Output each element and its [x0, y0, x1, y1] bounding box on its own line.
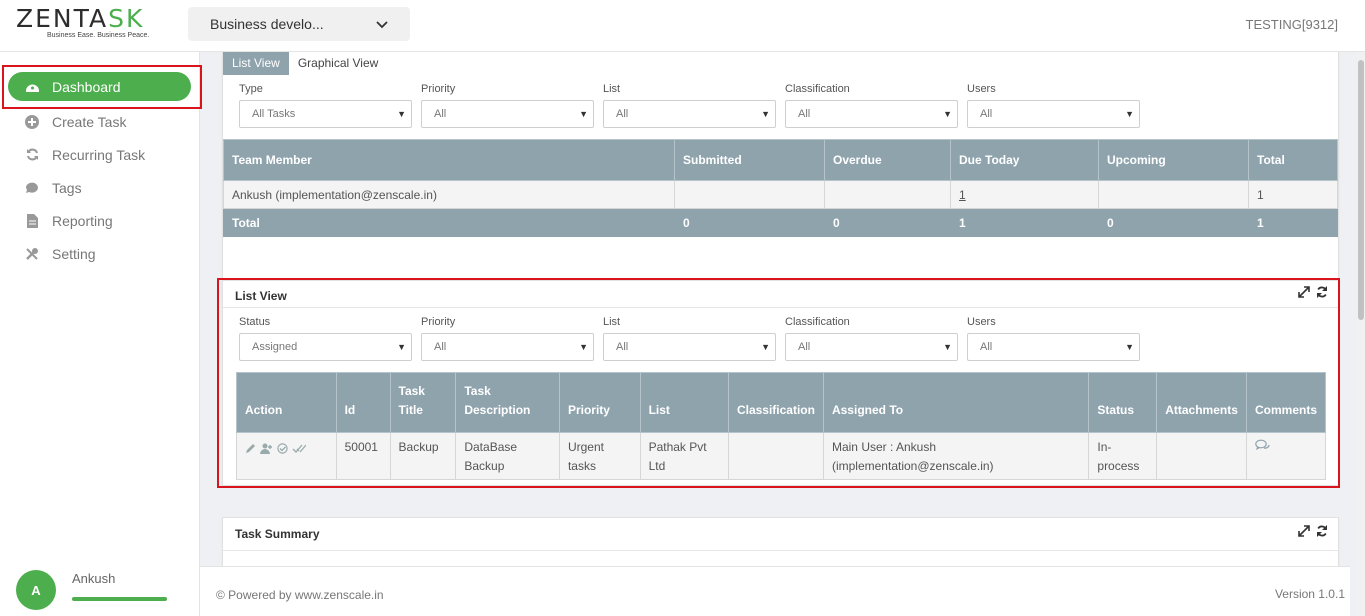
expand-icon[interactable]: [1298, 525, 1310, 540]
total-upcoming: 0: [1098, 208, 1249, 237]
column-header: Total: [1248, 139, 1338, 181]
caret-down-icon: ▼: [943, 109, 952, 119]
filter-type: Type All Tasks ▼: [239, 83, 412, 128]
table-row: Ankush (implementation@zenscale.in) 1 1: [223, 180, 1338, 209]
sidebar-item-setting[interactable]: Setting: [0, 237, 199, 270]
summary-panel: List View Graphical View Type All Tasks ▼…: [222, 52, 1339, 300]
version-text: Version 1.0.1: [1274, 587, 1345, 601]
chevron-down-icon: [376, 16, 388, 32]
summary-filters: Type All Tasks ▼ Priority All ▼ List All ▼ …: [239, 83, 1149, 128]
sidebar-item-label: Create Task: [52, 113, 127, 130]
sidebar-item-reporting[interactable]: Reporting: [0, 204, 199, 237]
view-tabs: List View Graphical View: [223, 52, 1338, 75]
cell-overdue: [824, 180, 951, 209]
project-select-value: Business develo...: [210, 16, 324, 32]
filter-label: Users: [967, 83, 996, 95]
filter-list: List All ▼: [603, 83, 776, 128]
user-name: Ankush: [72, 571, 116, 586]
caret-down-icon: ▼: [397, 109, 406, 119]
table-header-row: Team Member Submitted Overdue Due Today …: [223, 139, 1338, 181]
select-value: All: [980, 108, 993, 120]
priority-select[interactable]: All ▼: [421, 100, 594, 128]
logo-text-end: SK: [108, 4, 145, 33]
tags-icon: [24, 180, 40, 196]
filter-label: Type: [239, 83, 263, 95]
select-value: All: [616, 108, 629, 120]
avatar: A: [16, 570, 56, 610]
sidebar-item-label: Reporting: [52, 212, 113, 229]
panel-title: Task Summary: [235, 527, 320, 541]
divider: [223, 550, 1338, 551]
select-value: All: [798, 108, 811, 120]
page-scrollbar[interactable]: [1357, 52, 1365, 616]
column-header: Upcoming: [1098, 139, 1249, 181]
scrollbar-thumb[interactable]: [1358, 60, 1364, 320]
panel-tools: [1298, 525, 1328, 540]
total-submitted: 0: [674, 208, 825, 237]
filter-users: Users All ▼: [967, 83, 1140, 128]
top-bar: ZENTASK Business Ease. Business Peace. B…: [0, 0, 1365, 52]
list-select[interactable]: All ▼: [603, 100, 776, 128]
logo-text-mid: A: [88, 4, 109, 33]
refresh-icon: [24, 147, 40, 163]
sidebar-item-create-task[interactable]: Create Task: [0, 105, 199, 138]
file-icon: [24, 213, 40, 229]
team-summary-table: Team Member Submitted Overdue Due Today …: [223, 139, 1338, 237]
sidebar-item-label: Recurring Task: [52, 146, 146, 163]
column-header: Overdue: [824, 139, 951, 181]
logo-text: ZENT: [16, 4, 89, 33]
caret-down-icon: ▼: [579, 109, 588, 119]
type-select[interactable]: All Tasks ▼: [239, 100, 412, 128]
filter-priority: Priority All ▼: [421, 83, 594, 128]
cell-submitted: [674, 180, 825, 209]
total-due-today: 1: [950, 208, 1099, 237]
caret-down-icon: ▼: [1125, 109, 1134, 119]
total-overdue: 0: [824, 208, 951, 237]
table-total-row: Total 0 0 1 0 1: [223, 208, 1338, 237]
filter-label: List: [603, 83, 621, 95]
select-value: All Tasks: [252, 108, 296, 120]
footer: © Powered by www.zenscale.in Version 1.0…: [200, 566, 1350, 616]
logo-tagline: Business Ease. Business Peace.: [47, 32, 150, 39]
cell-team-member: Ankush (implementation@zenscale.in): [223, 180, 675, 209]
filter-label: Priority: [421, 83, 456, 95]
select-value: All: [434, 108, 447, 120]
caret-down-icon: ▼: [761, 109, 770, 119]
plus-circle-icon: [24, 114, 40, 130]
column-header: Due Today: [950, 139, 1099, 181]
task-summary-panel: Task Summary: [222, 517, 1339, 566]
tools-icon: [24, 246, 40, 262]
user-profile[interactable]: A Ankush: [16, 570, 167, 610]
tab-graphical-view[interactable]: Graphical View: [289, 52, 387, 75]
zentask-logo[interactable]: ZENTASK Business Ease. Business Peace.: [16, 6, 156, 46]
due-today-link[interactable]: 1: [959, 188, 966, 202]
sidebar-item-label: Tags: [52, 179, 82, 196]
list-view-highlight-box: [217, 278, 1340, 488]
powered-by-text: © Powered by www.zenscale.in: [216, 588, 384, 602]
dashboard-highlight-box: [2, 65, 202, 109]
cell-upcoming: [1098, 180, 1249, 209]
filter-label: Classification: [785, 83, 850, 95]
project-dropdown[interactable]: Business develo...: [188, 7, 410, 41]
total-label: Total: [223, 208, 675, 237]
refresh-icon[interactable]: [1316, 525, 1328, 540]
org-label: TESTING[9312]: [1245, 17, 1338, 32]
filter-classification: Classification All ▼: [785, 83, 958, 128]
cell-due-today: 1: [950, 180, 1099, 209]
column-header: Submitted: [674, 139, 825, 181]
users-select[interactable]: All ▼: [967, 100, 1140, 128]
sidebar-item-recurring-task[interactable]: Recurring Task: [0, 138, 199, 171]
user-progress-bar: [72, 597, 167, 601]
tab-list-view[interactable]: List View: [223, 52, 289, 75]
column-header: Team Member: [223, 139, 675, 181]
classification-select[interactable]: All ▼: [785, 100, 958, 128]
sidebar-item-tags[interactable]: Tags: [0, 171, 199, 204]
cell-total: 1: [1248, 180, 1338, 209]
sidebar-item-label: Setting: [52, 245, 96, 262]
sidebar: Dashboard Create Task Recurring Task Tag…: [0, 52, 200, 616]
total-total: 1: [1248, 208, 1338, 237]
